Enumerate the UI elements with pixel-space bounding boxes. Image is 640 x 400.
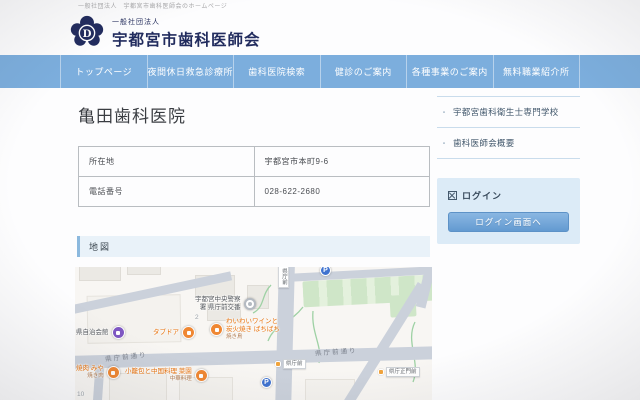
login-key-icon bbox=[448, 191, 457, 200]
table-row: 電話番号 028-622-2680 bbox=[78, 176, 430, 207]
poi-public-hall[interactable]: 県自治会館 bbox=[76, 326, 125, 339]
association-crest-icon: D bbox=[70, 15, 104, 46]
bullet-icon: ・ bbox=[440, 138, 448, 148]
restaurant-icon bbox=[106, 366, 120, 379]
vertical-road-sign: 県庁前 bbox=[278, 267, 289, 288]
nav-item-programs[interactable]: 各種事業のご案内 bbox=[406, 55, 493, 88]
org-type-label: 一般社団法人 bbox=[112, 18, 160, 26]
clinic-info-table: 所在地 宇都宮市本町9-6 電話番号 028-622-2680 bbox=[78, 146, 430, 207]
site-note: 一般社団法人 宇都宮市歯科医師会のホームページ bbox=[78, 4, 228, 10]
intersection-kenchoseimonmae: 県庁正門前 bbox=[378, 367, 420, 377]
poi-restaurant-waiwai[interactable]: わいわいワインと 炭火焼き ばちばち 焼き鳥 bbox=[210, 318, 280, 341]
police-icon bbox=[243, 298, 256, 310]
sidebar-item-association-overview[interactable]: ・ 歯科医師会概要 bbox=[437, 128, 580, 159]
map-section-header: 地図 bbox=[77, 236, 430, 257]
bullet-icon: ・ bbox=[440, 107, 448, 117]
sidebar: ・ 宇都宮歯科衛生士専門学校 ・ 歯科医師会概要 ログイン ログイン画面へ bbox=[437, 96, 580, 400]
block-number: 2 bbox=[195, 314, 199, 321]
main-navigation: トップページ 夜間休日救急診療所 歯科医院検索 健診のご案内 各種事業のご案内 … bbox=[0, 55, 640, 88]
nav-item-top[interactable]: トップページ bbox=[60, 55, 147, 88]
login-panel: ログイン ログイン画面へ bbox=[437, 178, 580, 244]
login-title: ログイン bbox=[462, 191, 503, 201]
svg-text:D: D bbox=[83, 28, 92, 40]
table-row: 所在地 宇都宮市本町9-6 bbox=[78, 146, 430, 177]
poi-restaurant-saien[interactable]: 小籠包と中国料理 菜園 中華料理 bbox=[125, 368, 208, 383]
nav-item-emergency[interactable]: 夜間休日救急診療所 bbox=[146, 55, 234, 88]
address-value: 宇都宮市本町9-6 bbox=[253, 146, 430, 177]
address-label: 所在地 bbox=[78, 146, 255, 177]
nav-item-checkup[interactable]: 健診のご案内 bbox=[319, 55, 407, 88]
map-section-heading: 地図 bbox=[89, 242, 112, 252]
intersection-kenchomae: 県庁前 bbox=[275, 359, 306, 369]
restaurant-icon bbox=[182, 326, 195, 339]
phone-value: 028-622-2680 bbox=[253, 176, 430, 207]
nav-item-jobs[interactable]: 無料職業紹介所 bbox=[492, 55, 581, 88]
login-button[interactable]: ログイン画面へ bbox=[448, 212, 569, 232]
poi-restaurant-tabudoa[interactable]: タブドア bbox=[153, 326, 195, 339]
restaurant-icon bbox=[210, 323, 223, 336]
embedded-map[interactable]: 県庁前通り 県庁前通り 県庁前 2 10 宇都宮中央警察 署 県庁前交番 わいわ… bbox=[75, 267, 432, 400]
traffic-signal-icon bbox=[378, 369, 384, 375]
clinic-page-title: 亀田歯科医院 bbox=[78, 107, 186, 126]
nav-item-search[interactable]: 歯科医院検索 bbox=[233, 55, 320, 88]
traffic-signal-icon bbox=[275, 361, 281, 367]
phone-label: 電話番号 bbox=[78, 176, 255, 207]
public-building-icon bbox=[111, 326, 125, 339]
sidebar-item-hygienist-school[interactable]: ・ 宇都宮歯科衛生士専門学校 bbox=[437, 97, 580, 128]
parking-icon[interactable]: P bbox=[261, 377, 272, 388]
org-name-title: 宇都宮市歯科医師会 bbox=[112, 31, 261, 49]
restaurant-icon bbox=[194, 369, 208, 382]
block-number: 10 bbox=[77, 391, 85, 398]
poi-restaurant-yakiniku[interactable]: 焼肉 みや 焼き肉 bbox=[76, 365, 120, 380]
poi-police-box[interactable]: 宇都宮中央警察 署 県庁前交番 bbox=[195, 296, 256, 312]
site-logo-link[interactable]: D 一般社団法人 宇都宮市歯科医師会 bbox=[70, 15, 261, 51]
